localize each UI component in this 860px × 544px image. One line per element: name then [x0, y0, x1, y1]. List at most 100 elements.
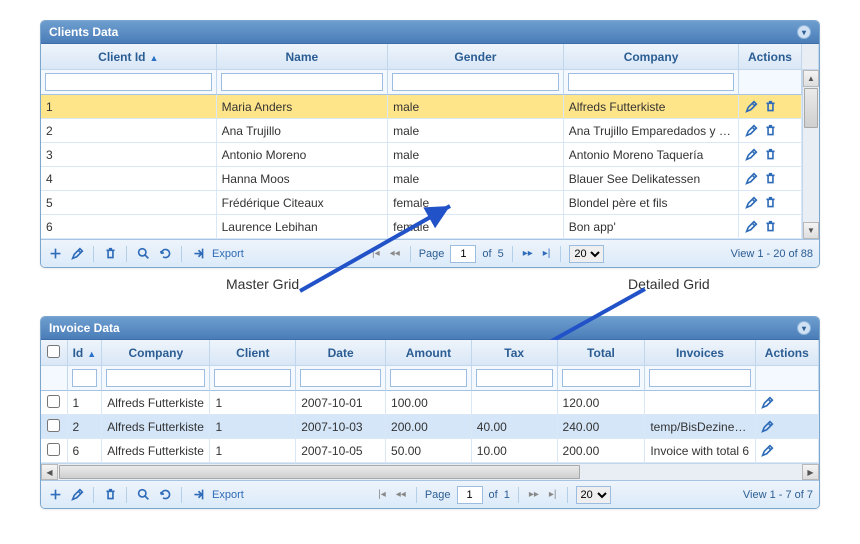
cell-company: Antonio Moreno Taquería — [564, 143, 740, 167]
filter-amount[interactable] — [390, 369, 467, 387]
filter-tax[interactable] — [476, 369, 553, 387]
edit-row-icon[interactable] — [743, 171, 759, 187]
delete-row-icon[interactable] — [763, 123, 779, 139]
filter-company[interactable] — [106, 369, 205, 387]
table-row[interactable]: 2Alfreds Futterkiste12007-10-03200.0040.… — [41, 415, 819, 439]
export-icon[interactable] — [190, 487, 206, 503]
table-row[interactable]: 1Alfreds Futterkiste12007-10-01100.00120… — [41, 391, 819, 415]
col-checkbox[interactable] — [41, 340, 68, 366]
pager-next-icon[interactable]: ▸▸ — [521, 248, 535, 259]
trash-icon[interactable] — [102, 246, 118, 262]
search-icon[interactable] — [135, 246, 151, 262]
scroll-up-icon[interactable]: ▲ — [803, 70, 819, 87]
export-link[interactable]: Export — [212, 489, 244, 501]
cell-actions — [739, 215, 801, 239]
col-client[interactable]: Client — [210, 340, 296, 366]
export-icon[interactable] — [190, 246, 206, 262]
pager-page-input[interactable] — [457, 486, 483, 504]
filter-invoices[interactable] — [649, 369, 750, 387]
filter-client[interactable] — [214, 369, 291, 387]
col-total[interactable]: Total — [558, 340, 646, 366]
col-tax[interactable]: Tax — [472, 340, 558, 366]
filter-name[interactable] — [221, 73, 384, 91]
add-icon[interactable] — [47, 246, 63, 262]
pager-next-icon[interactable]: ▸▸ — [527, 489, 541, 500]
cell-gender: male — [388, 95, 564, 119]
row-checkbox[interactable] — [47, 395, 60, 408]
filter-id[interactable] — [72, 369, 98, 387]
detail-hscrollbar[interactable]: ◀ ▶ — [41, 463, 819, 480]
row-checkbox[interactable] — [47, 419, 60, 432]
refresh-icon[interactable] — [157, 487, 173, 503]
select-all-checkbox[interactable] — [47, 345, 60, 358]
detail-panel-header: Invoice Data ▾ — [41, 317, 819, 340]
search-icon[interactable] — [135, 487, 151, 503]
edit-row-icon[interactable] — [760, 395, 776, 411]
filter-client-id[interactable] — [45, 73, 212, 91]
col-company[interactable]: Company — [102, 340, 210, 366]
col-company[interactable]: Company — [564, 44, 740, 70]
delete-row-icon[interactable] — [763, 99, 779, 115]
cell-client: 1 — [210, 415, 296, 439]
scroll-thumb[interactable] — [804, 88, 818, 128]
master-vscrollbar[interactable]: ▲ ▼ — [802, 70, 819, 239]
table-row[interactable]: 6Alfreds Futterkiste12007-10-0550.0010.0… — [41, 439, 819, 463]
col-name[interactable]: Name — [217, 44, 389, 70]
pager-prev-icon[interactable]: ◂◂ — [388, 248, 402, 259]
pager-last-icon[interactable]: ▸| — [547, 489, 559, 500]
add-icon[interactable] — [47, 487, 63, 503]
col-gender[interactable]: Gender — [388, 44, 564, 70]
edit-row-icon[interactable] — [760, 419, 776, 435]
edit-row-icon[interactable] — [743, 219, 759, 235]
cell-client-id: 5 — [41, 191, 217, 215]
trash-icon[interactable] — [102, 487, 118, 503]
filter-total[interactable] — [562, 369, 641, 387]
col-client-id[interactable]: Client Id▲ — [41, 44, 217, 70]
filter-company[interactable] — [568, 73, 735, 91]
row-checkbox[interactable] — [47, 443, 60, 456]
edit-row-icon[interactable] — [743, 123, 759, 139]
delete-row-icon[interactable] — [763, 171, 779, 187]
pager-info: View 1 - 7 of 7 — [743, 489, 813, 501]
pager-first-icon[interactable]: |◂ — [376, 489, 388, 500]
table-row[interactable]: 2Ana TrujillomaleAna Trujillo Emparedado… — [41, 119, 819, 143]
col-date[interactable]: Date — [296, 340, 386, 366]
col-id[interactable]: Id▲ — [68, 340, 103, 366]
scroll-right-icon[interactable]: ▶ — [802, 464, 819, 480]
pager-of-label: of — [489, 489, 498, 501]
filter-gender[interactable] — [392, 73, 559, 91]
col-invoices[interactable]: Invoices — [645, 340, 755, 366]
col-amount[interactable]: Amount — [386, 340, 472, 366]
delete-row-icon[interactable] — [763, 219, 779, 235]
edit-row-icon[interactable] — [760, 443, 776, 459]
edit-icon[interactable] — [69, 487, 85, 503]
table-row[interactable]: 1Maria AndersmaleAlfreds Futterkiste — [41, 95, 819, 119]
annotation-layer: Master Grid Detailed Grid — [40, 276, 820, 312]
edit-icon[interactable] — [69, 246, 85, 262]
collapse-icon[interactable]: ▾ — [797, 321, 811, 335]
edit-row-icon[interactable] — [743, 99, 759, 115]
edit-row-icon[interactable] — [743, 195, 759, 211]
scroll-down-icon[interactable]: ▼ — [803, 222, 819, 239]
edit-row-icon[interactable] — [743, 147, 759, 163]
detail-grid-wrap: Id▲ Company Client Date Amount Tax Total… — [41, 340, 819, 463]
pager-first-icon[interactable]: |◂ — [370, 248, 382, 259]
scroll-thumb[interactable] — [59, 465, 580, 479]
export-link[interactable]: Export — [212, 248, 244, 260]
refresh-icon[interactable] — [157, 246, 173, 262]
table-row[interactable]: 5Frédérique CiteauxfemaleBlondel père et… — [41, 191, 819, 215]
collapse-icon[interactable]: ▾ — [797, 25, 811, 39]
pager-pagesize-select[interactable]: 20 — [569, 245, 604, 263]
delete-row-icon[interactable] — [763, 195, 779, 211]
cell-client: 1 — [210, 391, 296, 415]
table-row[interactable]: 6Laurence LebihanfemaleBon app' — [41, 215, 819, 239]
delete-row-icon[interactable] — [763, 147, 779, 163]
pager-pagesize-select[interactable]: 20 — [576, 486, 611, 504]
pager-page-input[interactable] — [450, 245, 476, 263]
table-row[interactable]: 4Hanna MoosmaleBlauer See Delikatessen — [41, 167, 819, 191]
filter-date[interactable] — [300, 369, 381, 387]
table-row[interactable]: 3Antonio MorenomaleAntonio Moreno Taquer… — [41, 143, 819, 167]
scroll-left-icon[interactable]: ◀ — [41, 464, 58, 480]
pager-last-icon[interactable]: ▸| — [541, 248, 553, 259]
pager-prev-icon[interactable]: ◂◂ — [394, 489, 408, 500]
